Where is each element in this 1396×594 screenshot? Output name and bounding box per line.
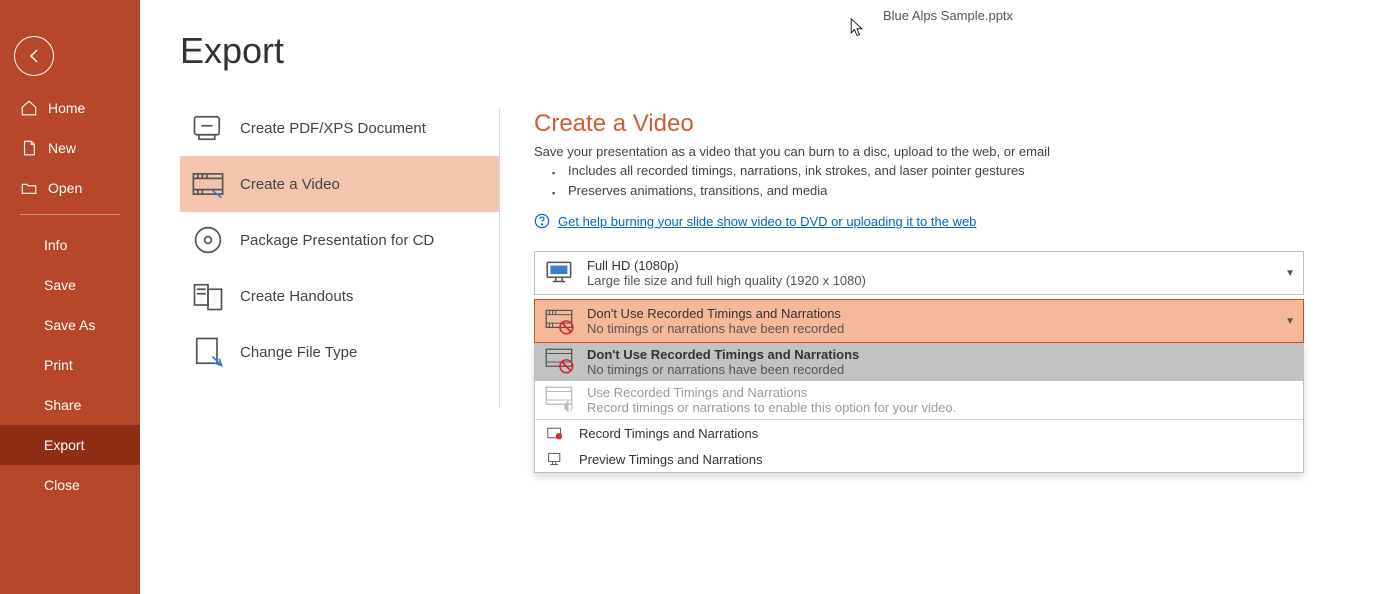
timings-option-dont-use[interactable]: Don't Use Recorded Timings and Narration… [535,343,1303,381]
sidebar-label: Print [44,357,73,373]
sidebar-item-save-as[interactable]: Save As [0,305,140,345]
quality-subtitle: Large file size and full high quality (1… [587,273,1285,288]
main-panel: Blue Alps Sample.pptx Create a Video Sav… [500,0,1396,594]
export-option-label: Create Handouts [240,288,353,305]
action-label: Preview Timings and Narrations [579,452,763,467]
export-option-package-cd[interactable]: Package Presentation for CD [180,212,499,268]
sidebar-label: New [48,140,76,156]
option-title: Use Recorded Timings and Narrations [587,385,1295,400]
timings-subtitle: No timings or narrations have been recor… [587,321,1285,336]
page-title: Export [180,30,499,72]
timings-dropdown-popup: Don't Use Recorded Timings and Narration… [534,343,1304,473]
filmstrip-no-icon [543,304,577,338]
help-icon [534,213,550,229]
sidebar-item-print[interactable]: Print [0,345,140,385]
backstage-sidebar: Home New Open Info Save Save As Print Sh… [0,0,140,594]
sidebar-item-info[interactable]: Info [0,225,140,265]
option-subtitle: No timings or narrations have been recor… [587,362,1295,377]
quality-dropdown[interactable]: Full HD (1080p) Large file size and full… [534,251,1304,295]
quality-title: Full HD (1080p) [587,258,1285,273]
sidebar-label: Share [44,397,81,413]
sidebar-item-new[interactable]: New [0,128,140,168]
dropdown-caret-icon: ▼ [1285,316,1295,327]
timings-option-use: Use Recorded Timings and Narrations Reco… [535,381,1303,419]
change-file-type-icon [190,334,226,370]
open-icon [20,179,38,197]
bullet-item: Includes all recorded timings, narration… [552,161,1396,181]
section-description: Save your presentation as a video that y… [534,144,1396,159]
timings-dropdown[interactable]: Don't Use Recorded Timings and Narration… [534,299,1304,343]
help-link[interactable]: Get help burning your slide show video t… [558,214,976,229]
action-label: Record Timings and Narrations [579,426,758,441]
timings-title: Don't Use Recorded Timings and Narration… [587,306,1285,321]
export-option-handouts[interactable]: Create Handouts [180,268,499,324]
option-title: Don't Use Recorded Timings and Narration… [587,347,1295,362]
back-button[interactable] [14,36,54,76]
sidebar-item-close[interactable]: Close [0,465,140,505]
preview-timings-action[interactable]: Preview Timings and Narrations [535,446,1303,472]
back-arrow-icon [25,47,43,65]
export-option-label: Create a Video [240,176,340,193]
sidebar-label: Export [44,437,84,453]
sidebar-label: Save As [44,317,95,333]
sidebar-label: Info [44,237,67,253]
handouts-icon [190,278,226,314]
sidebar-separator [20,214,120,215]
document-title: Blue Alps Sample.pptx [500,8,1396,23]
sidebar-item-home[interactable]: Home [0,88,140,128]
export-option-label: Create PDF/XPS Document [240,120,426,137]
new-icon [20,139,38,157]
export-option-pdf-xps[interactable]: Create PDF/XPS Document [180,100,499,156]
sidebar-label: Save [44,277,76,293]
bullet-item: Preserves animations, transitions, and m… [552,181,1396,201]
feature-bullets: Includes all recorded timings, narration… [552,161,1396,201]
video-icon [190,166,226,202]
filmstrip-audio-icon [543,386,577,414]
section-heading: Create a Video [534,110,1396,138]
sidebar-item-save[interactable]: Save [0,265,140,305]
sidebar-item-share[interactable]: Share [0,385,140,425]
cd-icon [190,222,226,258]
sidebar-item-open[interactable]: Open [0,168,140,208]
record-timings-action[interactable]: Record Timings and Narrations [535,420,1303,446]
sidebar-label: Close [44,477,80,493]
dropdown-caret-icon: ▼ [1285,268,1295,279]
sidebar-label: Open [48,180,82,196]
filmstrip-no-icon [543,348,577,376]
export-option-create-video[interactable]: Create a Video [180,156,499,212]
preview-icon [543,452,567,466]
export-option-change-file-type[interactable]: Change File Type [180,324,499,380]
export-options-column: Export Create PDF/XPS Document Create a … [140,0,499,594]
sidebar-item-export[interactable]: Export [0,425,140,465]
monitor-icon [543,256,577,290]
export-option-label: Package Presentation for CD [240,232,434,249]
pdf-xps-icon [190,110,226,146]
option-subtitle: Record timings or narrations to enable t… [587,400,1295,415]
home-icon [20,99,38,117]
record-icon [543,426,567,440]
sidebar-label: Home [48,100,85,116]
export-option-label: Change File Type [240,344,357,361]
